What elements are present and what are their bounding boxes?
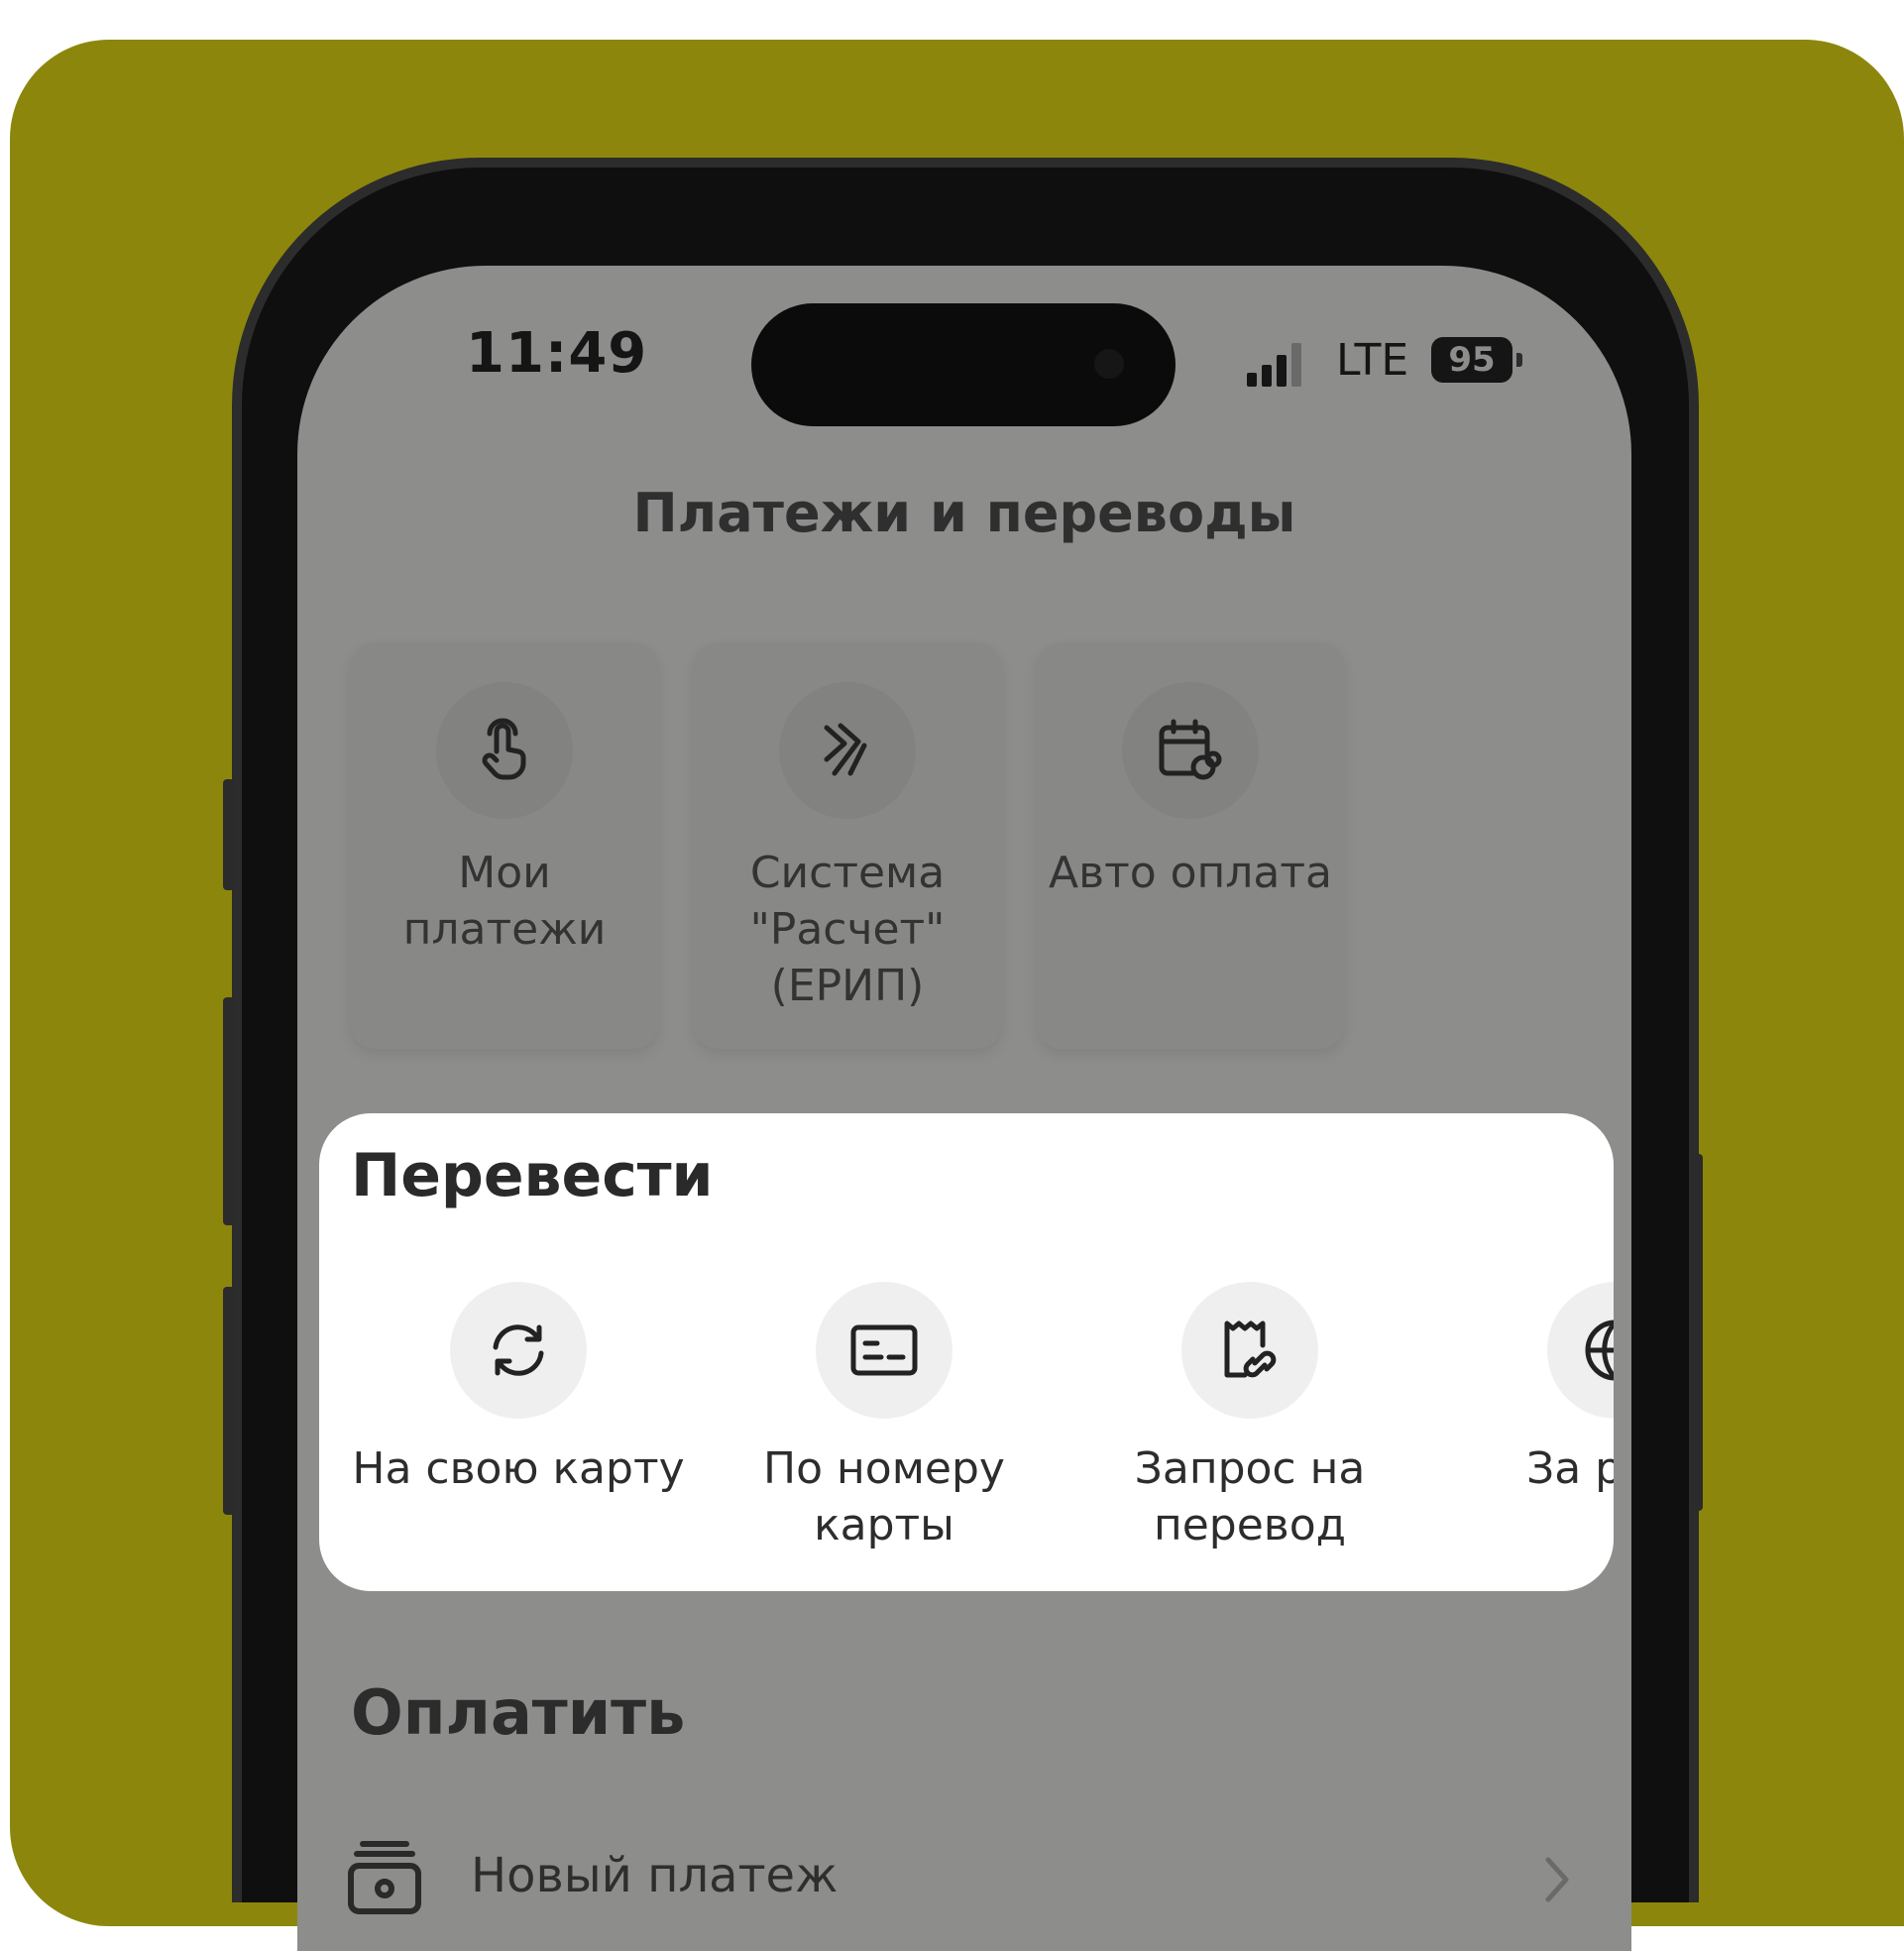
- transfer-item-label: Запрос на перевод: [1134, 1443, 1366, 1550]
- transfer-icon-circle: [1181, 1282, 1318, 1419]
- transfer-icon-circle: [450, 1282, 587, 1419]
- dynamic-island: [751, 303, 1176, 426]
- transfer-item-label: За ру: [1526, 1443, 1614, 1494]
- tile-erip[interactable]: Система "Расчет" (ЕРИП): [693, 642, 1002, 1049]
- transfer-card: Перевести На свою карту По номеру карты …: [319, 1113, 1614, 1591]
- transfer-icon-circle: [1547, 1282, 1614, 1419]
- signal-icon: [1247, 343, 1310, 387]
- status-time: 11:49: [466, 321, 648, 386]
- tile-label: Мои платежи: [402, 848, 607, 955]
- volume-down-button: [223, 1287, 235, 1515]
- calendar-coin-icon: [1159, 719, 1222, 780]
- cash-stack-icon: [348, 1841, 421, 1914]
- tile-label: Система "Расчет" (ЕРИП): [749, 848, 946, 1011]
- phone-screen: 11:49 LTE 95 Платежи и переводы Мои плат…: [297, 266, 1631, 1951]
- tile-auto-pay[interactable]: Авто оплата: [1036, 642, 1345, 1049]
- new-payment-row[interactable]: Новый платеж: [347, 1830, 1576, 1949]
- network-type: LTE: [1336, 335, 1409, 386]
- transfer-section-title: Перевести: [351, 1141, 714, 1210]
- transfer-request[interactable]: Запрос на перевод: [1101, 1282, 1399, 1559]
- volume-up-button: [223, 997, 235, 1225]
- power-button: [1691, 1154, 1703, 1511]
- tile-icon-circle: [779, 682, 916, 819]
- tile-label: Авто оплата: [1049, 848, 1332, 898]
- transfer-to-own-card[interactable]: На свою карту: [352, 1282, 685, 1559]
- transfer-icon-circle: [816, 1282, 952, 1419]
- transfer-item-label: На свою карту: [352, 1443, 685, 1494]
- pay-section-title: Оплатить: [351, 1676, 686, 1749]
- tile-icon-circle: [1122, 682, 1259, 819]
- refresh-arrows-icon: [493, 1324, 544, 1376]
- transfer-by-card-number[interactable]: По номеру карты: [735, 1282, 1033, 1559]
- new-payment-label: Новый платеж: [471, 1848, 839, 1903]
- tile-icon-circle: [436, 682, 573, 819]
- battery-nub: [1516, 353, 1522, 367]
- tile-my-payments[interactable]: Мои платежи: [350, 642, 659, 1049]
- tap-finger-icon: [482, 718, 526, 780]
- battery-level: 95: [1448, 340, 1496, 380]
- transfer-item-label: По номеру карты: [763, 1443, 1005, 1550]
- globe-icon: [1585, 1320, 1614, 1381]
- card-icon: [850, 1324, 918, 1376]
- double-chevron-icon: [824, 723, 867, 776]
- battery-icon: 95: [1431, 337, 1512, 383]
- camera-icon: [1094, 349, 1124, 379]
- receipt-link-icon: [1224, 1320, 1277, 1378]
- page-title: Платежи и переводы: [632, 482, 1296, 544]
- transfer-abroad[interactable]: За ру: [1467, 1282, 1614, 1559]
- chevron-right-icon: [1545, 1857, 1569, 1902]
- silent-switch: [223, 779, 235, 890]
